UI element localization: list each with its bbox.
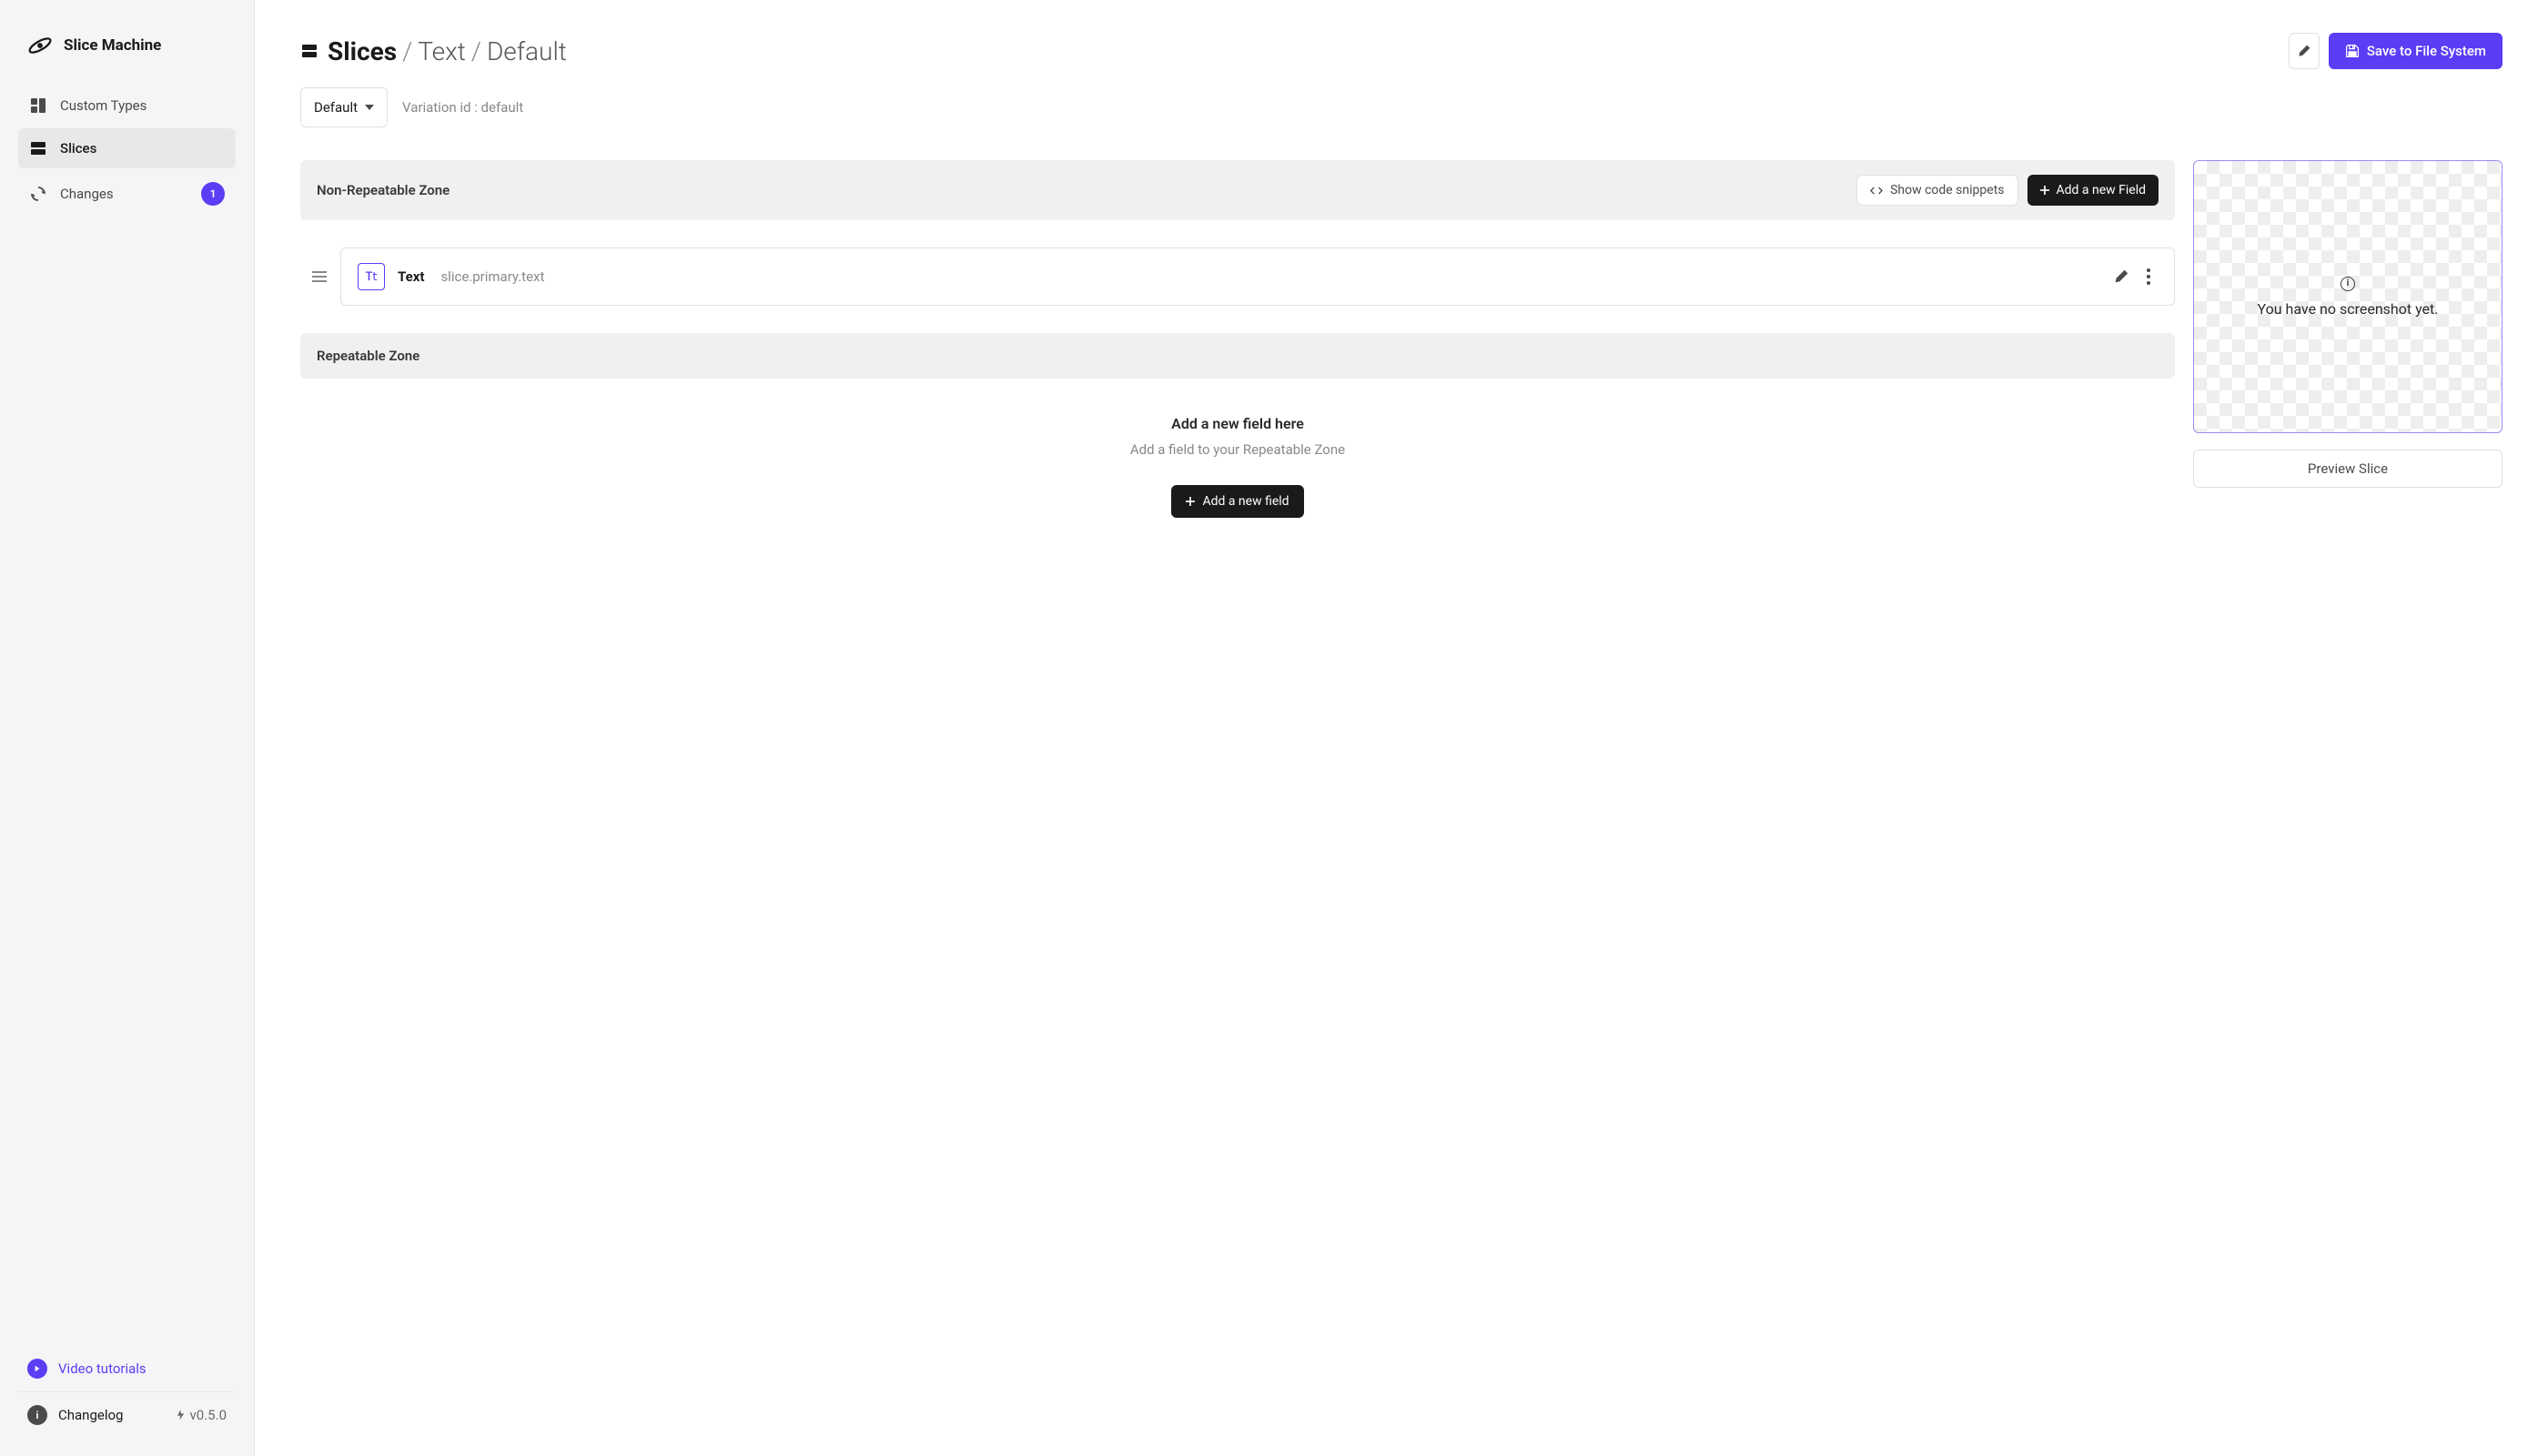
empty-subtitle: Add a field to your Repeatable Zone	[318, 441, 2157, 458]
sidebar-item-label: Changes	[60, 186, 188, 202]
show-snippets-button[interactable]: Show code snippets	[1856, 175, 2017, 206]
version-label: v0.5.0	[177, 1407, 227, 1423]
slices-icon	[300, 42, 318, 60]
field-row: T𝗍 Text slice.primary.text	[300, 248, 2175, 306]
changes-badge: 1	[201, 182, 225, 206]
edit-field-button[interactable]	[2112, 268, 2130, 286]
non-repeatable-field-list: T𝗍 Text slice.primary.text	[300, 220, 2175, 333]
breadcrumb-root: Slices	[328, 36, 397, 66]
field-name: Text	[398, 268, 424, 285]
breadcrumb-text: Slices / Text / Default	[328, 36, 567, 66]
breadcrumb: Slices / Text / Default	[300, 36, 567, 66]
repeatable-empty-state: Add a new field here Add a field to your…	[300, 379, 2175, 554]
sidebar-item-slices[interactable]: Slices	[18, 128, 236, 168]
sidebar-item-changes[interactable]: Changes 1	[18, 171, 236, 217]
variation-id-label: Variation id : default	[402, 99, 523, 116]
content-columns: Non-Repeatable Zone Show code snippets	[300, 160, 2502, 554]
field-menu-button[interactable]	[2139, 268, 2158, 286]
save-icon	[2345, 44, 2360, 58]
breadcrumb-separator: /	[402, 36, 412, 66]
changes-icon	[29, 185, 47, 203]
zone-header-actions: Show code snippets Add a new Field	[1856, 175, 2159, 206]
zone-title: Repeatable Zone	[317, 348, 420, 364]
sidebar: Slice Machine Custom Types Slices	[0, 0, 255, 1456]
breadcrumb-separator: /	[471, 36, 481, 66]
show-snippets-label: Show code snippets	[1890, 183, 2004, 197]
version-text: v0.5.0	[190, 1407, 227, 1423]
breadcrumb-part: Text	[418, 36, 466, 66]
plus-icon	[2040, 186, 2049, 195]
add-field-button-repeatable[interactable]: Add a new field	[1171, 485, 1303, 518]
zone-title: Non-Repeatable Zone	[317, 182, 450, 198]
empty-title: Add a new field here	[318, 415, 2157, 432]
edit-button[interactable]	[2289, 33, 2320, 69]
save-button[interactable]: Save to File System	[2329, 33, 2502, 69]
info-icon: i	[2341, 277, 2355, 291]
variation-row: Default Variation id : default	[300, 87, 2502, 127]
plus-icon	[1186, 497, 1195, 506]
changelog-label: Changelog	[58, 1407, 123, 1423]
code-icon	[1870, 186, 1883, 196]
right-column: i You have no screenshot yet. Preview Sl…	[2193, 160, 2502, 488]
non-repeatable-zone-header: Non-Repeatable Zone Show code snippets	[300, 160, 2175, 220]
pencil-icon	[2297, 44, 2311, 58]
slices-icon	[29, 139, 47, 157]
sidebar-footer: Video tutorials i Changelog v0.5.0	[18, 1346, 236, 1438]
sidebar-item-changelog[interactable]: i Changelog v0.5.0	[18, 1392, 236, 1438]
main-content: Slices / Text / Default Save to File S	[255, 0, 2548, 1456]
app-title: Slice Machine	[64, 36, 161, 55]
screenshot-placeholder[interactable]: i You have no screenshot yet.	[2193, 160, 2502, 433]
pencil-icon	[2113, 268, 2129, 285]
preview-button-label: Preview Slice	[2308, 460, 2388, 477]
sidebar-nav: Custom Types Slices Changes 1	[18, 86, 236, 217]
preview-slice-button[interactable]: Preview Slice	[2193, 450, 2502, 488]
no-screenshot-label: You have no screenshot yet.	[2258, 300, 2439, 318]
save-button-label: Save to File System	[2367, 43, 2486, 59]
left-column: Non-Repeatable Zone Show code snippets	[300, 160, 2175, 554]
add-field-button[interactable]: Add a new Field	[2027, 175, 2159, 206]
variation-selected: Default	[314, 99, 358, 116]
sidebar-item-label: Custom Types	[60, 97, 225, 114]
page-header: Slices / Text / Default Save to File S	[300, 33, 2502, 69]
drag-handle-icon[interactable]	[311, 271, 328, 282]
info-icon: i	[27, 1405, 47, 1425]
variation-select[interactable]: Default	[300, 87, 388, 127]
play-icon	[27, 1359, 47, 1379]
sidebar-item-label: Slices	[60, 140, 225, 157]
chevron-down-icon	[365, 105, 374, 110]
add-field-label: Add a new field	[1202, 494, 1289, 509]
sidebar-item-custom-types[interactable]: Custom Types	[18, 86, 236, 126]
text-field-icon: T𝗍	[358, 263, 385, 290]
header-actions: Save to File System	[2289, 33, 2502, 69]
logo-icon	[27, 33, 53, 58]
sidebar-item-tutorials[interactable]: Video tutorials	[18, 1346, 236, 1391]
add-field-label: Add a new Field	[2057, 183, 2147, 197]
sidebar-header: Slice Machine	[18, 18, 236, 86]
tutorials-label: Video tutorials	[58, 1360, 147, 1377]
field-actions	[2112, 268, 2158, 286]
field-path: slice.primary.text	[440, 268, 544, 285]
kebab-icon	[2147, 268, 2150, 285]
field-card: T𝗍 Text slice.primary.text	[340, 248, 2175, 306]
breadcrumb-part: Default	[487, 36, 567, 66]
custom-types-icon	[29, 96, 47, 115]
repeatable-zone-header: Repeatable Zone	[300, 333, 2175, 379]
